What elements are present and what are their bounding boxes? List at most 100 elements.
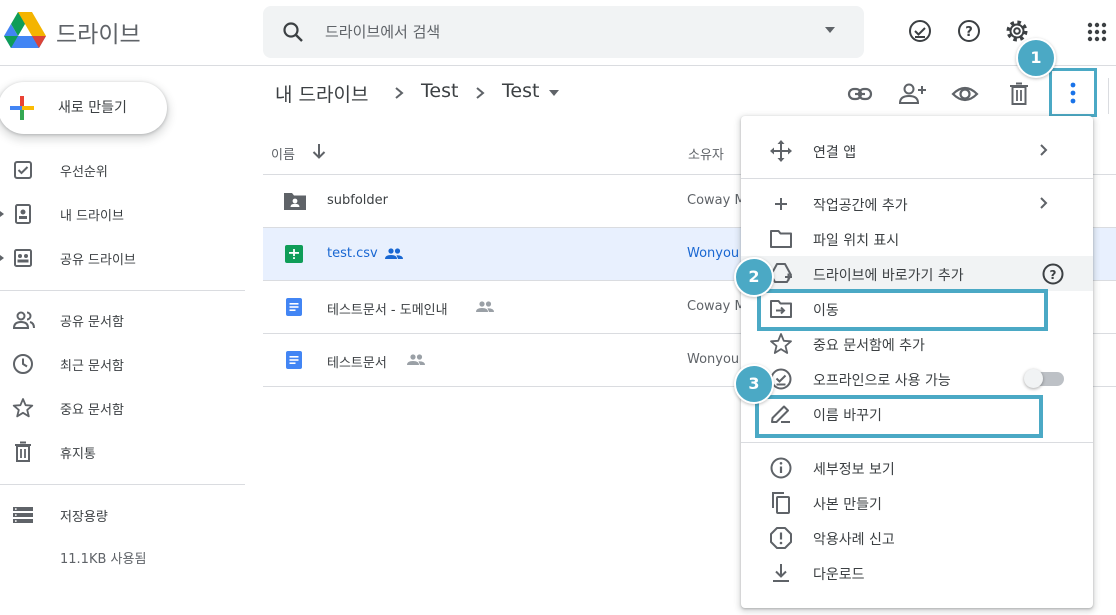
sidebar-item-shared-drives[interactable]: 공유 드라이브 bbox=[0, 238, 245, 278]
sidebar-item-label: 우선순위 bbox=[60, 165, 108, 180]
sidebar-item-storage[interactable]: 저장용량 bbox=[0, 495, 245, 535]
storage-used-text: 11.1KB 사용됨 bbox=[60, 552, 147, 567]
file-name: test.csv bbox=[327, 246, 378, 261]
shared-people-icon bbox=[406, 352, 426, 368]
offline-toggle[interactable] bbox=[1024, 369, 1064, 388]
menu-item-report-abuse[interactable]: 악용사례 신고 bbox=[741, 520, 1093, 555]
sidebar-item-trash[interactable]: 휴지통 bbox=[0, 432, 245, 472]
help-icon[interactable]: ? bbox=[1041, 262, 1065, 286]
recent-icon bbox=[12, 353, 34, 375]
context-menu: 연결 앱 작업공간에 추가 파일 위치 표시 드라이브에 바로가기 추가 ? 이… bbox=[741, 116, 1093, 608]
breadcrumb-current-folder[interactable]: Test bbox=[502, 80, 539, 102]
get-link-icon[interactable] bbox=[846, 80, 874, 108]
file-name: 테스트문서 - 도메인내 bbox=[327, 303, 448, 318]
toolbar-divider bbox=[1108, 78, 1109, 114]
sidebar-divider bbox=[0, 290, 245, 291]
sidebar-item-label: 공유 문서함 bbox=[60, 315, 124, 330]
priority-icon bbox=[12, 159, 34, 181]
move-arrows-icon bbox=[769, 139, 793, 163]
menu-item-add-to-starred[interactable]: 중요 문서함에 추가 bbox=[741, 326, 1093, 361]
step-badge-1: 1 bbox=[1016, 38, 1056, 78]
sidebar-item-label: 휴지통 bbox=[60, 447, 96, 462]
menu-item-add-to-workspace[interactable]: 작업공간에 추가 bbox=[741, 186, 1093, 221]
highlight-rename bbox=[755, 395, 1043, 438]
download-icon bbox=[769, 561, 793, 585]
step-badge-3: 3 bbox=[734, 364, 774, 404]
menu-divider bbox=[741, 442, 1093, 443]
folder-menu-caret-icon[interactable] bbox=[548, 89, 560, 97]
file-owner: Wonyou bbox=[687, 352, 740, 367]
menu-item-make-copy[interactable]: 사본 만들기 bbox=[741, 485, 1093, 520]
highlight-move bbox=[757, 289, 1048, 331]
svg-text:?: ? bbox=[965, 25, 973, 40]
remove-trash-icon[interactable] bbox=[1005, 80, 1033, 108]
shared-people-icon bbox=[475, 299, 495, 315]
sidebar-item-label: 공유 드라이브 bbox=[60, 253, 136, 268]
menu-item-download[interactable]: 다운로드 bbox=[741, 555, 1093, 590]
sheets-file-icon bbox=[283, 243, 305, 265]
step-badge-2: 2 bbox=[734, 257, 774, 297]
chevron-right-icon bbox=[1039, 143, 1049, 157]
file-name: subfolder bbox=[327, 193, 389, 208]
menu-item-label: 세부정보 보기 bbox=[813, 462, 895, 478]
shared-people-icon bbox=[384, 246, 404, 262]
copy-icon bbox=[769, 491, 793, 515]
chevron-right-icon bbox=[393, 86, 405, 100]
sidebar-item-label: 최근 문서함 bbox=[60, 359, 124, 374]
sidebar-item-label: 중요 문서함 bbox=[60, 403, 124, 418]
sidebar-item-priority[interactable]: 우선순위 bbox=[0, 150, 245, 190]
offline-ready-icon[interactable] bbox=[906, 17, 934, 45]
plus-icon bbox=[769, 192, 793, 216]
app-title[interactable]: 드라이브 bbox=[56, 15, 141, 49]
preview-eye-icon[interactable] bbox=[951, 80, 979, 108]
menu-item-label: 악용사례 신고 bbox=[813, 532, 895, 548]
search-options-icon[interactable] bbox=[823, 25, 837, 35]
shared-with-me-icon bbox=[12, 309, 36, 331]
search-input[interactable] bbox=[325, 18, 805, 46]
search-bar[interactable] bbox=[263, 6, 864, 58]
drive-logo-icon[interactable] bbox=[4, 12, 46, 50]
file-owner: Wonyou bbox=[687, 246, 740, 261]
docs-file-icon bbox=[283, 296, 305, 318]
breadcrumb-test[interactable]: Test bbox=[421, 80, 458, 102]
help-icon[interactable]: ? bbox=[955, 17, 983, 45]
expand-arrow-icon[interactable] bbox=[0, 255, 4, 261]
menu-item-show-file-location[interactable]: 파일 위치 표시 bbox=[741, 221, 1093, 256]
more-actions-button[interactable] bbox=[1049, 68, 1097, 117]
file-name: 테스트문서 bbox=[327, 356, 387, 371]
my-drive-icon bbox=[12, 203, 34, 225]
menu-item-label: 드라이브에 바로가기 추가 bbox=[813, 268, 964, 284]
shared-drives-icon bbox=[12, 247, 34, 269]
file-owner: Coway M bbox=[687, 299, 746, 314]
add-people-icon[interactable] bbox=[898, 80, 926, 108]
search-icon[interactable] bbox=[281, 20, 305, 44]
report-icon bbox=[769, 526, 793, 550]
sidebar-item-my-drive[interactable]: 내 드라이브 bbox=[0, 194, 245, 234]
menu-item-add-shortcut[interactable]: 드라이브에 바로가기 추가 ? bbox=[741, 256, 1093, 291]
sort-arrow-down-icon[interactable] bbox=[311, 142, 327, 160]
menu-item-open-with[interactable]: 연결 앱 bbox=[741, 133, 1093, 168]
menu-item-view-details[interactable]: 세부정보 보기 bbox=[741, 450, 1093, 485]
apps-grid-icon[interactable] bbox=[1083, 17, 1111, 45]
sidebar-item-label: 저장용량 bbox=[60, 510, 108, 525]
name-column-header[interactable]: 이름 bbox=[271, 144, 295, 163]
svg-text:?: ? bbox=[1050, 268, 1057, 282]
menu-divider bbox=[741, 178, 1093, 179]
sidebar-item-label: 내 드라이브 bbox=[60, 209, 124, 224]
menu-item-label: 오프라인으로 사용 가능 bbox=[813, 373, 951, 389]
folder-icon bbox=[769, 227, 793, 251]
sidebar-item-starred[interactable]: 중요 문서함 bbox=[0, 388, 245, 428]
info-icon bbox=[769, 456, 793, 480]
new-button[interactable]: 새로 만들기 bbox=[0, 82, 167, 134]
sidebar-divider bbox=[0, 484, 245, 485]
menu-item-label: 작업공간에 추가 bbox=[813, 198, 908, 214]
expand-arrow-icon[interactable] bbox=[0, 211, 4, 217]
more-vert-icon[interactable] bbox=[1061, 80, 1085, 106]
menu-item-available-offline[interactable]: 오프라인으로 사용 가능 bbox=[741, 361, 1093, 396]
menu-item-label: 중요 문서함에 추가 bbox=[813, 338, 925, 354]
owner-column-header[interactable]: 소유자 bbox=[688, 144, 724, 163]
sidebar-item-shared-with-me[interactable]: 공유 문서함 bbox=[0, 300, 245, 340]
star-icon bbox=[769, 332, 793, 356]
breadcrumb-my-drive[interactable]: 내 드라이브 bbox=[275, 80, 368, 107]
sidebar-item-recent[interactable]: 최근 문서함 bbox=[0, 344, 245, 384]
